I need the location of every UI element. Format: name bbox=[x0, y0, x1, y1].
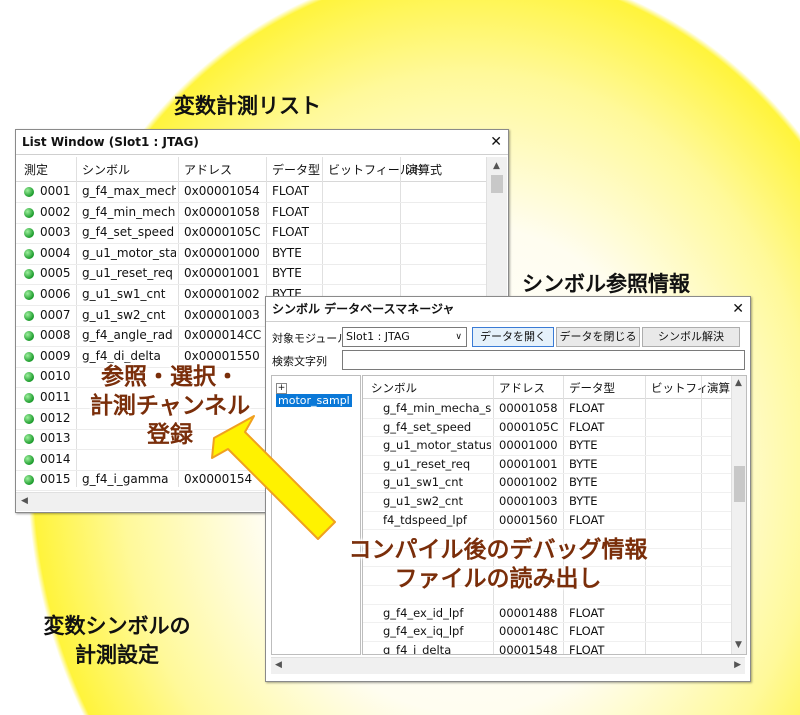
overlay-left-text: 参照・選択・ 計測チャンネル 登録 bbox=[70, 363, 270, 450]
overlay-left-line1: 参照・選択・ bbox=[101, 364, 239, 390]
overlay-right-text: コンパイル後のデバッグ情報 ファイルの読み出し bbox=[322, 536, 674, 594]
arrow-graphic bbox=[211, 415, 336, 540]
overlay-left-line3: 登録 bbox=[147, 422, 193, 448]
overlay-left-line2: 計測チャンネル bbox=[89, 393, 251, 419]
overlay-right-line2: ファイルの読み出し bbox=[394, 566, 602, 592]
overlay-right-line1: コンパイル後のデバッグ情報 bbox=[348, 537, 648, 563]
